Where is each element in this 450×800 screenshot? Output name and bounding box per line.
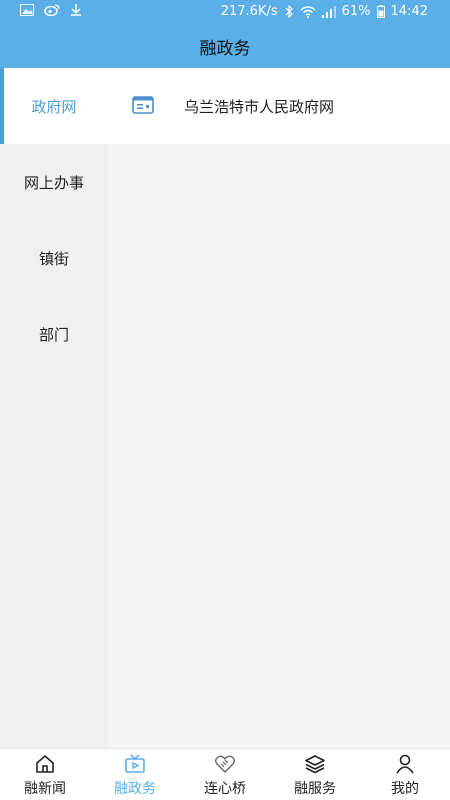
sidebar-item-label: 镇街	[38, 249, 69, 268]
sidebar-item-towns[interactable]: 镇街	[0, 220, 108, 296]
page-title: 融政务	[199, 38, 251, 59]
handshake-icon	[214, 753, 236, 775]
tab-label: 融新闻	[24, 781, 66, 797]
home-icon	[34, 753, 56, 775]
sidebar-item-online-services[interactable]: 网上办事	[0, 144, 108, 220]
content-panel: 乌兰浩特市人民政府网	[108, 68, 450, 748]
sidebar-item-departments[interactable]: 部门	[0, 296, 108, 372]
tab-mine[interactable]: 我的	[360, 749, 450, 800]
tab-news[interactable]: 融新闻	[0, 749, 90, 800]
tab-gov-affairs[interactable]: 融政务	[90, 749, 180, 800]
wifi-icon	[300, 5, 316, 18]
battery-level: 61%	[341, 4, 371, 19]
sidebar-item-label: 政府网	[31, 97, 77, 116]
status-bar: 217.6K/s 61% 14:42	[0, 0, 450, 24]
sidebar: 政府网 网上办事 镇街 部门	[0, 68, 108, 748]
tv-icon	[124, 753, 146, 775]
tab-label: 融政务	[114, 781, 156, 797]
sidebar-item-label: 网上办事	[23, 173, 84, 192]
user-icon	[394, 753, 416, 775]
id-card-icon	[132, 96, 154, 114]
sidebar-item-gov-website[interactable]: 政府网	[0, 68, 108, 144]
tab-label: 我的	[391, 781, 419, 797]
tab-services[interactable]: 融服务	[270, 749, 360, 800]
header: 融政务	[0, 24, 450, 68]
bottom-tab-bar: 融新闻 融政务 连心桥 融服务 我的	[0, 748, 450, 800]
image-icon	[20, 4, 34, 16]
bluetooth-icon	[284, 5, 294, 18]
battery-icon	[376, 5, 385, 18]
list-item-ulanhot-gov[interactable]: 乌兰浩特市人民政府网	[108, 68, 450, 144]
weibo-icon	[44, 4, 60, 16]
layers-icon	[304, 753, 326, 775]
download-icon	[70, 4, 82, 16]
signal-icon	[321, 5, 336, 18]
tab-label: 融服务	[294, 781, 336, 797]
list-item-label: 乌兰浩特市人民政府网	[184, 98, 335, 116]
sidebar-item-label: 部门	[38, 325, 69, 344]
tab-heart-bridge[interactable]: 连心桥	[180, 749, 270, 800]
tab-label: 连心桥	[204, 781, 246, 797]
network-speed: 217.6K/s	[220, 4, 278, 19]
clock: 14:42	[390, 4, 428, 19]
